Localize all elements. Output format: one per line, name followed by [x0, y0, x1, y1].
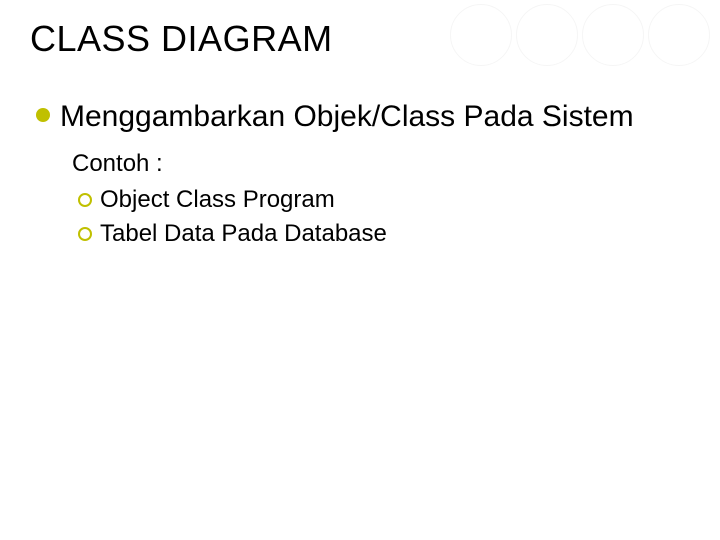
bullet-ring-icon — [78, 193, 92, 207]
bullet-level2-text: Tabel Data Pada Database — [100, 220, 387, 248]
decorative-circle — [582, 4, 644, 66]
decorative-circle — [648, 4, 710, 66]
bullet-disc-icon — [36, 108, 50, 122]
decorative-circle — [450, 4, 512, 66]
contoh-label: Contoh : — [72, 150, 690, 178]
bullet-level2: Object Class Program — [78, 186, 690, 214]
bullet-ring-icon — [78, 227, 92, 241]
decorative-circles — [450, 4, 710, 66]
slide: CLASS DIAGRAM Menggambarkan Objek/Class … — [0, 0, 720, 540]
bullet-level1: Menggambarkan Objek/Class Pada Sistem — [36, 98, 690, 136]
bullet-level1-text: Menggambarkan Objek/Class Pada Sistem — [60, 98, 634, 136]
bullet-level2: Tabel Data Pada Database — [78, 220, 690, 248]
decorative-circle — [516, 4, 578, 66]
bullet-level2-text: Object Class Program — [100, 186, 335, 214]
